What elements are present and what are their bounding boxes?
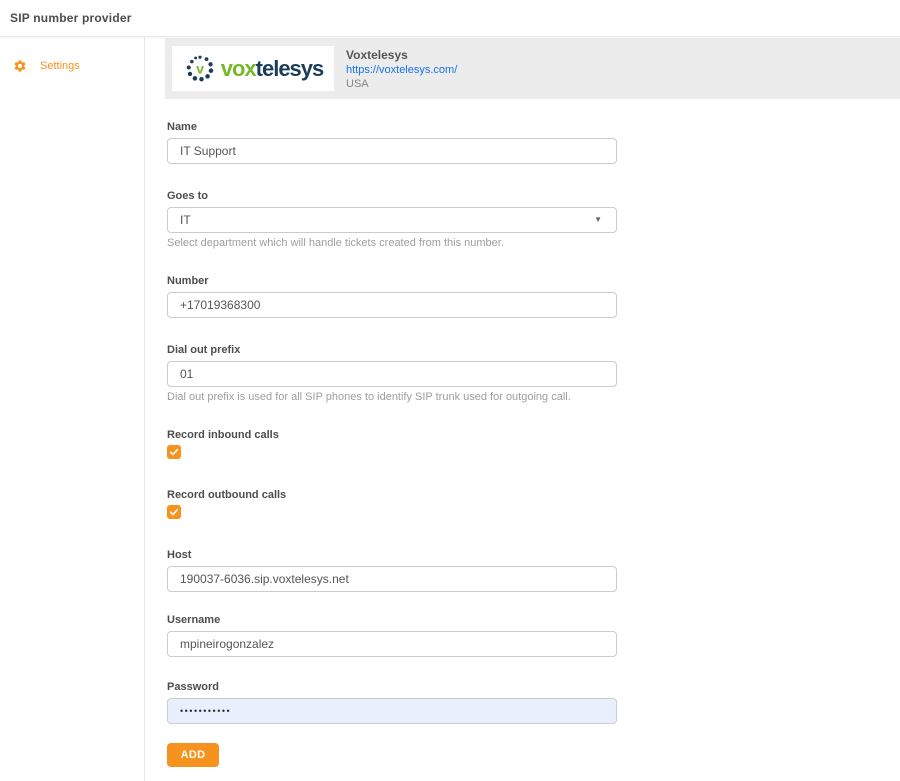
provider-header: v voxtelesys Voxtelesys https://voxteles… [165, 38, 900, 99]
password-label: Password [167, 681, 900, 693]
provider-info: Voxtelesys https://voxtelesys.com/ USA [346, 48, 457, 90]
check-icon [169, 507, 179, 517]
username-label: Username [167, 614, 900, 626]
record-inbound-field-group: Record inbound calls [167, 429, 900, 459]
host-label: Host [167, 549, 900, 561]
goes-to-selected-value: IT [180, 213, 191, 227]
svg-text:v: v [196, 61, 204, 77]
record-inbound-checkbox[interactable] [167, 445, 181, 459]
voxtelesys-logo: v voxtelesys [172, 46, 334, 91]
record-outbound-checkbox[interactable] [167, 505, 181, 519]
dial-out-prefix-field-group: Dial out prefix Dial out prefix is used … [167, 344, 900, 403]
name-label: Name [167, 121, 900, 133]
number-field-group: Number [167, 275, 900, 318]
provider-url-link[interactable]: https://voxtelesys.com/ [346, 64, 457, 76]
page-title: SIP number provider [10, 11, 132, 25]
number-label: Number [167, 275, 900, 287]
add-button[interactable]: ADD [167, 743, 219, 767]
password-field-group: Password [167, 681, 900, 724]
sip-provider-form: Name Goes to IT ▼ Select department whic… [145, 121, 900, 767]
top-bar: SIP number provider [0, 0, 900, 37]
number-input[interactable] [167, 292, 617, 318]
sidebar: Settings [0, 37, 145, 781]
goes-to-field-group: Goes to IT ▼ Select department which wil… [167, 190, 900, 249]
gear-icon [13, 59, 27, 73]
record-outbound-field-group: Record outbound calls [167, 489, 900, 519]
goes-to-helper-text: Select department which will handle tick… [167, 237, 900, 249]
dial-out-prefix-input[interactable] [167, 361, 617, 387]
voxtelesys-logo-icon: v [183, 52, 217, 86]
provider-country: USA [346, 78, 457, 90]
dial-out-prefix-label: Dial out prefix [167, 344, 900, 356]
dial-out-prefix-helper-text: Dial out prefix is used for all SIP phon… [167, 391, 900, 403]
name-field-group: Name [167, 121, 900, 164]
goes-to-select[interactable]: IT ▼ [167, 207, 617, 233]
host-input[interactable] [167, 566, 617, 592]
host-field-group: Host [167, 549, 900, 592]
name-input[interactable] [167, 138, 617, 164]
main-panel: v voxtelesys Voxtelesys https://voxteles… [145, 37, 900, 781]
password-input[interactable] [167, 698, 617, 724]
username-input[interactable] [167, 631, 617, 657]
check-icon [169, 447, 179, 457]
sidebar-item-label: Settings [40, 60, 80, 72]
sidebar-item-settings[interactable]: Settings [0, 37, 144, 73]
record-inbound-label: Record inbound calls [167, 429, 900, 441]
goes-to-label: Goes to [167, 190, 900, 202]
provider-name: Voxtelesys [346, 48, 457, 62]
record-outbound-label: Record outbound calls [167, 489, 900, 501]
username-field-group: Username [167, 614, 900, 657]
voxtelesys-logo-text: voxtelesys [221, 58, 324, 80]
chevron-down-icon: ▼ [594, 216, 602, 224]
